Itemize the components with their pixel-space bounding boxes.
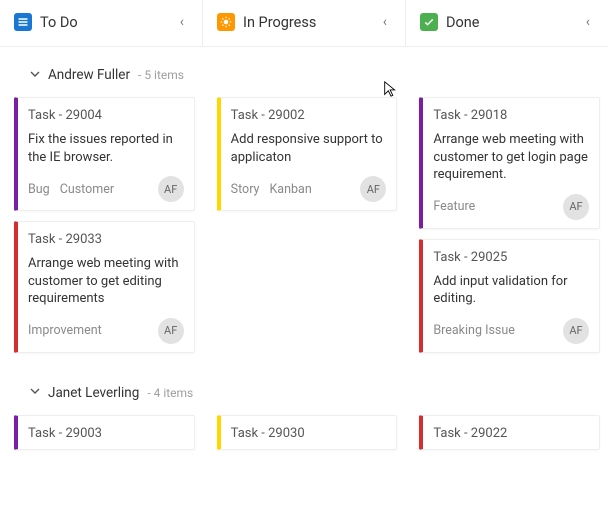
avatar: AF	[360, 176, 386, 202]
card-title: Task - 29030	[231, 426, 387, 441]
board-body: Andrew Fuller - 5 items Task - 29004 Fix…	[0, 46, 608, 515]
card-footer: Feature AF	[433, 192, 589, 220]
task-card[interactable]: Task - 29033 Arrange web meeting with cu…	[14, 221, 195, 353]
collapse-column-icon[interactable]: ‹	[174, 10, 190, 34]
task-card[interactable]: Task - 29025 Add input validation for ed…	[419, 239, 600, 353]
kanban-board: To Do ‹ In Progress ‹ Done ‹	[0, 0, 608, 47]
card-tag: Kanban	[269, 182, 311, 197]
card-tag: Breaking Issue	[433, 323, 515, 338]
card-description: Add responsive support to applicaton	[231, 131, 387, 166]
column-title: In Progress	[243, 14, 369, 31]
task-card[interactable]: Task - 29018 Arrange web meeting with cu…	[419, 97, 600, 229]
card-footer: Breaking Issue AF	[433, 316, 589, 344]
swimlane-name: Andrew Fuller	[48, 67, 130, 83]
column-header-todo[interactable]: To Do ‹	[0, 0, 202, 47]
avatar: AF	[158, 176, 184, 202]
column-header-progress[interactable]: In Progress ‹	[203, 0, 405, 47]
swimlane-header[interactable]: Janet Leverling - 4 items	[0, 365, 608, 411]
swimlane-row: Task - 29004 Fix the issues reported in …	[0, 93, 608, 357]
swimlane-count: - 4 items	[147, 386, 193, 400]
card-title: Task - 29025	[433, 250, 589, 265]
swimlane-row: Task - 29003 Task - 29030 Task - 29022	[0, 411, 608, 454]
chevron-down-icon[interactable]	[28, 69, 42, 82]
column-todo: To Do ‹	[0, 0, 203, 47]
task-card[interactable]: Task - 29004 Fix the issues reported in …	[14, 97, 195, 211]
collapse-column-icon[interactable]: ‹	[377, 10, 393, 34]
card-footer: Bug Customer AF	[28, 174, 184, 202]
column-done: Done ‹	[406, 0, 608, 47]
cell-progress: Task - 29002 Add responsive support to a…	[203, 93, 406, 357]
avatar: AF	[158, 318, 184, 344]
swimlane-count: - 5 items	[138, 68, 184, 82]
card-title: Task - 29018	[433, 108, 589, 123]
cell-done: Task - 29018 Arrange web meeting with cu…	[405, 93, 608, 357]
list-icon	[14, 13, 32, 31]
swimlane-name: Janet Leverling	[48, 385, 139, 401]
card-title: Task - 29002	[231, 108, 387, 123]
card-tag: Feature	[433, 199, 475, 214]
card-title: Task - 29003	[28, 426, 184, 441]
column-title: To Do	[40, 14, 166, 31]
task-card[interactable]: Task - 29002 Add responsive support to a…	[217, 97, 398, 211]
avatar: AF	[563, 194, 589, 220]
task-card[interactable]: Task - 29030	[217, 415, 398, 450]
card-description: Arrange web meeting with customer to get…	[433, 131, 589, 184]
avatar: AF	[563, 318, 589, 344]
card-footer: Story Kanban AF	[231, 174, 387, 202]
chevron-down-icon[interactable]	[28, 386, 42, 399]
cell-todo: Task - 29004 Fix the issues reported in …	[0, 93, 203, 357]
column-title: Done	[446, 14, 572, 31]
sun-icon	[217, 13, 235, 31]
card-description: Arrange web meeting with customer to get…	[28, 255, 184, 308]
task-card[interactable]: Task - 29003	[14, 415, 195, 450]
card-tag: Story	[231, 182, 260, 197]
card-footer: Improvement AF	[28, 316, 184, 344]
swimlane-header[interactable]: Andrew Fuller - 5 items	[0, 47, 608, 93]
card-description: Add input validation for editing.	[433, 273, 589, 308]
cell-todo: Task - 29003	[0, 411, 203, 454]
cell-progress: Task - 29030	[203, 411, 406, 454]
column-progress: In Progress ‹	[203, 0, 406, 47]
card-title: Task - 29033	[28, 232, 184, 247]
card-tag: Bug	[28, 182, 50, 197]
task-card[interactable]: Task - 29022	[419, 415, 600, 450]
card-title: Task - 29022	[433, 426, 589, 441]
cell-done: Task - 29022	[405, 411, 608, 454]
card-title: Task - 29004	[28, 108, 184, 123]
check-icon	[420, 13, 438, 31]
collapse-column-icon[interactable]: ‹	[580, 10, 596, 34]
card-tag: Improvement	[28, 323, 102, 338]
card-tag: Customer	[60, 182, 114, 197]
column-header-done[interactable]: Done ‹	[406, 0, 608, 47]
card-description: Fix the issues reported in the IE browse…	[28, 131, 184, 166]
